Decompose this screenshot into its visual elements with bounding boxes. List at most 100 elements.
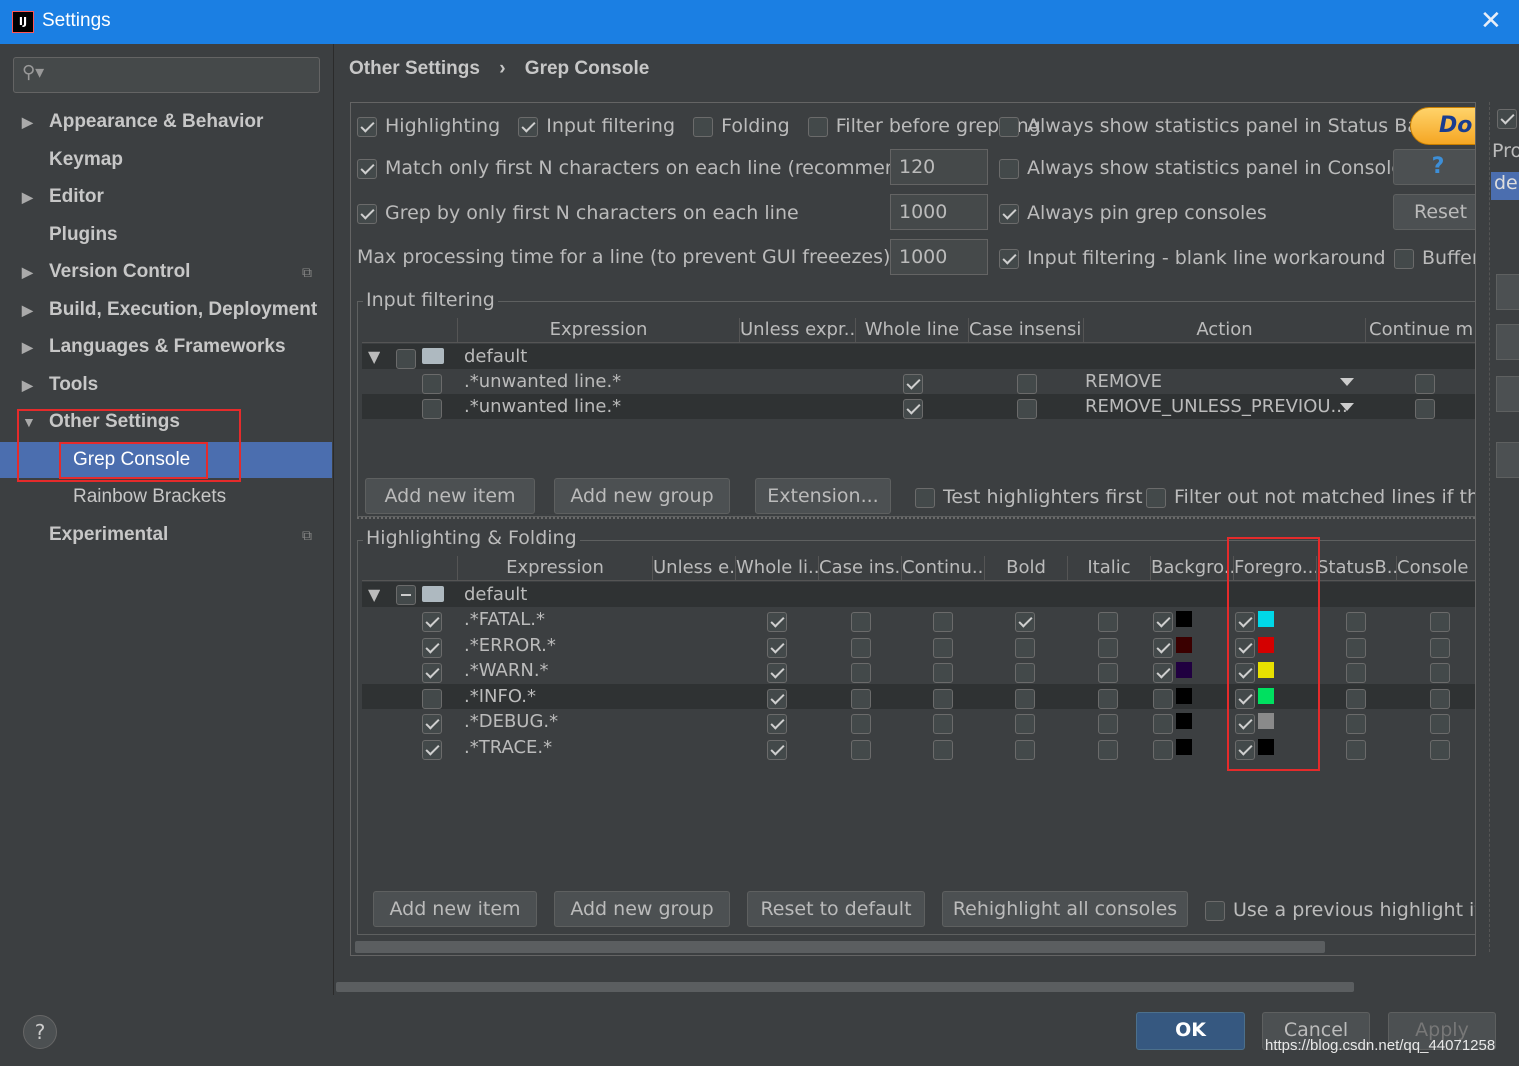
help-icon[interactable]: ? (23, 1015, 57, 1049)
hl-add-group-button[interactable]: Add new group (554, 891, 730, 927)
folding-checkbox[interactable] (693, 116, 714, 137)
enabled-checkbox[interactable] (422, 637, 442, 658)
horizontal-scrollbar[interactable] (355, 941, 1325, 953)
column-header-expression[interactable]: Expression (458, 318, 740, 343)
continue-checkbox[interactable] (933, 688, 953, 709)
expression-cell[interactable]: .*unwanted line.* (464, 369, 621, 394)
rehighlight-button[interactable]: Rehighlight all consoles (942, 891, 1188, 927)
continue-checkbox[interactable] (933, 739, 953, 760)
console-checkbox[interactable] (1430, 688, 1450, 709)
case-checkbox[interactable] (851, 663, 871, 683)
sidebar-item-languages[interactable]: ▶ Languages & Frameworks (0, 329, 332, 365)
column-header-bold[interactable]: Bold (985, 556, 1068, 581)
donate-button[interactable]: Do (1410, 107, 1475, 145)
expression-cell[interactable]: .*ERROR.* (464, 633, 556, 658)
table-row[interactable]: .*WARN.* (362, 658, 1475, 683)
continue-checkbox[interactable] (1415, 374, 1435, 394)
sidebar-item-tools[interactable]: ▶ Tools (0, 367, 332, 403)
dropdown-arrow-icon[interactable] (1340, 378, 1354, 386)
case-checkbox[interactable] (1017, 399, 1037, 419)
italic-checkbox[interactable] (1098, 612, 1118, 632)
reset-all-button[interactable]: Reset a (1393, 194, 1475, 230)
max-time-input[interactable]: 1000 (890, 239, 988, 275)
foreground-checkbox[interactable] (1235, 739, 1255, 760)
table-row-group[interactable]: ▼ default (362, 582, 1475, 607)
column-header-case[interactable]: Case ins... (819, 556, 902, 581)
match-first-n-checkbox[interactable] (357, 158, 377, 179)
foreground-color-swatch[interactable] (1258, 636, 1274, 653)
stats-console-checkbox[interactable] (999, 158, 1019, 179)
filter-add-item-button[interactable]: Add new item (365, 478, 535, 514)
expression-cell[interactable]: .*DEBUG.* (464, 709, 558, 734)
column-header-console[interactable]: Console ... (1397, 556, 1475, 581)
column-header-background[interactable]: Backgro... (1151, 556, 1234, 581)
italic-checkbox[interactable] (1098, 663, 1118, 683)
test-first-checkbox[interactable] (915, 487, 935, 508)
blank-line-checkbox[interactable] (999, 248, 1019, 269)
sidebar-item-rainbow-brackets[interactable]: Rainbow Brackets (0, 479, 332, 515)
foreground-checkbox[interactable] (1235, 637, 1255, 658)
console-checkbox[interactable] (1430, 637, 1450, 658)
highlighting-checkbox[interactable] (357, 116, 377, 137)
case-checkbox[interactable] (851, 714, 871, 734)
column-header-foreground[interactable]: Foregro... (1234, 556, 1317, 581)
case-checkbox[interactable] (851, 637, 871, 658)
sidebar-item-build[interactable]: ▶ Build, Execution, Deployment (0, 292, 332, 328)
console-checkbox[interactable] (1430, 612, 1450, 632)
group-checkbox[interactable] (396, 349, 416, 369)
column-header-unless[interactable]: Unless expr... (740, 318, 856, 343)
group-partial-checkbox[interactable] (396, 585, 416, 605)
whole-line-checkbox[interactable] (903, 399, 923, 419)
enabled-checkbox[interactable] (422, 714, 442, 734)
column-header-whole-line[interactable]: Whole line (856, 318, 969, 343)
buffer-checkbox[interactable] (1394, 248, 1414, 269)
table-row[interactable]: .*INFO.* (362, 683, 1475, 709)
foreground-color-swatch[interactable] (1258, 738, 1274, 755)
column-header-expression[interactable]: Expression (458, 556, 653, 581)
bold-checkbox[interactable] (1015, 714, 1035, 734)
filter-before-checkbox[interactable] (807, 116, 828, 137)
enabled-checkbox[interactable] (422, 739, 442, 760)
column-header-whole-line[interactable]: Whole li... (736, 556, 819, 581)
case-checkbox[interactable] (851, 612, 871, 632)
extension-button[interactable]: Extension... (755, 478, 891, 514)
sidebar-item-version-control[interactable]: ▶ Version Control ⧉ (0, 254, 332, 290)
pin-consoles-checkbox[interactable] (999, 203, 1019, 224)
case-checkbox[interactable] (851, 688, 871, 709)
table-row[interactable]: .*unwanted line.* REMOVE_UNLESS_PREVIOU.… (362, 394, 1475, 419)
continue-checkbox[interactable] (933, 612, 953, 632)
breadcrumb-parent[interactable]: Other Settings (349, 58, 480, 79)
stats-status-bar-checkbox[interactable] (999, 116, 1019, 137)
foreground-color-swatch[interactable] (1258, 662, 1274, 678)
sidebar-item-keymap[interactable]: Keymap (0, 142, 332, 178)
expression-cell[interactable]: .*FATAL.* (464, 607, 545, 632)
table-row[interactable]: .*ERROR.* (362, 633, 1475, 658)
statusbar-checkbox[interactable] (1346, 688, 1366, 709)
strip-button[interactable] (1496, 274, 1519, 310)
hl-add-item-button[interactable]: Add new item (373, 891, 537, 927)
whole-line-checkbox[interactable] (767, 637, 787, 658)
column-header-case[interactable]: Case insensi... (969, 318, 1084, 343)
background-checkbox[interactable] (1153, 688, 1173, 709)
bold-checkbox[interactable] (1015, 663, 1035, 683)
table-row-group[interactable]: ▼ default (362, 344, 1475, 369)
console-checkbox[interactable] (1430, 714, 1450, 734)
italic-checkbox[interactable] (1098, 739, 1118, 760)
expression-cell[interactable]: .*WARN.* (464, 658, 549, 683)
sidebar-item-other-settings[interactable]: ▼ Other Settings (0, 404, 332, 440)
case-checkbox[interactable] (851, 739, 871, 760)
foreground-checkbox[interactable] (1235, 663, 1255, 683)
enabled-checkbox[interactable] (422, 663, 442, 683)
enabled-checkbox[interactable] (422, 399, 442, 419)
strip-button[interactable] (1496, 324, 1519, 360)
input-filtering-checkbox[interactable] (518, 116, 539, 137)
expression-cell[interactable]: .*TRACE.* (464, 735, 552, 760)
action-select[interactable]: REMOVE (1085, 369, 1162, 394)
foreground-color-swatch[interactable] (1258, 713, 1274, 729)
main-horizontal-scrollbar[interactable] (336, 982, 1354, 992)
search-input[interactable]: ⚲▾ (13, 57, 320, 93)
italic-checkbox[interactable] (1098, 714, 1118, 734)
background-checkbox[interactable] (1153, 714, 1173, 734)
background-color-swatch[interactable] (1176, 636, 1192, 653)
statusbar-checkbox[interactable] (1346, 663, 1366, 683)
